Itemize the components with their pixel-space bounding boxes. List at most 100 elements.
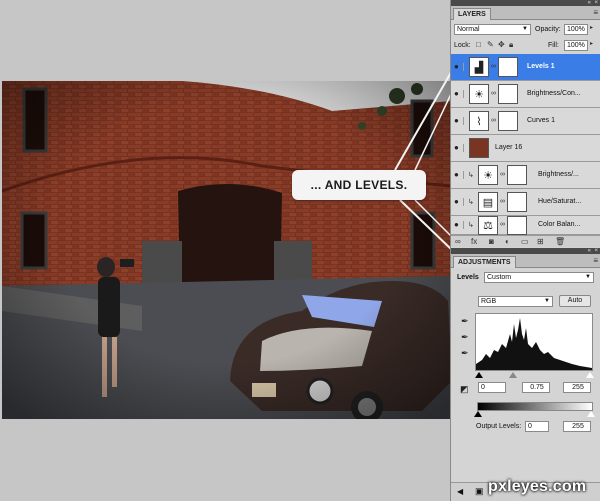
- layer-name: Color Balan...: [538, 221, 581, 228]
- output-black-handle[interactable]: [474, 411, 482, 417]
- visibility-eye-icon[interactable]: ●: [454, 198, 464, 206]
- document-workspace: ... AND LEVELS.: [0, 0, 461, 501]
- chevron-down-icon: ▼: [522, 26, 528, 32]
- output-gradient: [477, 402, 593, 411]
- link-icon[interactable]: ∞: [500, 221, 505, 228]
- opacity-label: Opacity:: [535, 26, 561, 33]
- layer-mask-thumb[interactable]: [498, 84, 518, 104]
- new-layer-icon[interactable]: ⊞: [537, 237, 544, 246]
- chevron-down-icon: ▼: [585, 274, 591, 280]
- link-icon[interactable]: ∞: [491, 117, 496, 124]
- input-levels-slider[interactable]: [475, 372, 593, 376]
- clip-arrow-icon: ↳: [468, 172, 474, 179]
- layer-row-color-balance[interactable]: ● ↳ ⚖ ∞ Color Balan...: [451, 216, 600, 235]
- layer-row-hue-saturation[interactable]: ● ↳ ▤ ∞ Hue/Saturat...: [451, 189, 600, 216]
- visibility-eye-icon[interactable]: ●: [454, 144, 464, 152]
- visibility-eye-icon[interactable]: ●: [454, 90, 464, 98]
- layer-name: Levels 1: [527, 63, 555, 70]
- fill-input[interactable]: 100%: [564, 40, 588, 51]
- lock-all-icon[interactable]: 🔒︎: [509, 40, 513, 50]
- brightness-contrast-icon: ☀: [469, 84, 489, 104]
- black-eyedropper-icon[interactable]: ✒: [461, 316, 469, 327]
- layer-name: Layer 16: [495, 144, 523, 151]
- link-layers-icon[interactable]: ∞: [455, 237, 461, 246]
- layers-footer-toolbar: ∞ fx ◙ ◐ ▭ ⊞ 🗑︎: [451, 235, 600, 247]
- input-white-field[interactable]: 255: [563, 382, 591, 393]
- delete-layer-icon[interactable]: 🗑︎: [555, 237, 565, 246]
- preset-select[interactable]: Custom ▼: [484, 272, 594, 283]
- layer-row-brightness-contrast[interactable]: ● ☀ ∞ Brightness/Con...: [451, 81, 600, 108]
- fill-label: Fill:: [548, 42, 559, 49]
- link-icon[interactable]: ∞: [500, 171, 505, 178]
- lock-position-icon[interactable]: ✥: [498, 40, 505, 49]
- expand-view-icon[interactable]: ▣: [475, 486, 484, 497]
- layer-mask-thumb[interactable]: [507, 216, 527, 235]
- output-white-handle[interactable]: [587, 411, 595, 417]
- blend-row: Normal ▼ Opacity: 100% ▸: [451, 22, 600, 38]
- histogram: [475, 313, 593, 371]
- chevron-right-icon[interactable]: ▸: [590, 40, 593, 47]
- input-gamma-handle[interactable]: [509, 372, 517, 378]
- input-black-handle[interactable]: [475, 372, 483, 378]
- adjustments-tabbar: ADJUSTMENTS ≡: [451, 254, 600, 268]
- lock-row: Lock: □ ✎ ✥ 🔒︎ Fill: 100% ▸: [451, 38, 600, 54]
- clip-arrow-icon: ↳: [468, 199, 474, 206]
- layer-mask-thumb[interactable]: [507, 192, 527, 212]
- watermark-logo: pxleyes.com: [488, 478, 587, 495]
- input-white-handle[interactable]: [586, 372, 594, 378]
- callout-bubble: ... AND LEVELS.: [292, 170, 426, 200]
- curves-icon: ⌇: [469, 111, 489, 131]
- tab-layers[interactable]: LAYERS: [453, 8, 491, 20]
- auto-button[interactable]: Auto: [559, 295, 591, 307]
- layer-name: Curves 1: [527, 117, 556, 124]
- output-levels-label: Output Levels:: [476, 423, 522, 430]
- link-icon[interactable]: ∞: [491, 63, 496, 70]
- link-icon[interactable]: ∞: [491, 90, 496, 97]
- visibility-eye-icon[interactable]: ●: [454, 171, 464, 179]
- channel-select[interactable]: RGB ▼: [478, 296, 553, 307]
- panel-menu-icon[interactable]: ≡: [593, 256, 598, 265]
- back-arrow-icon[interactable]: ◀: [457, 487, 463, 496]
- layer-name: Brightness/...: [538, 171, 579, 178]
- clipping-toggle-icon[interactable]: ◩: [460, 384, 469, 395]
- gray-eyedropper-icon[interactable]: ✒: [461, 332, 469, 343]
- output-black-field[interactable]: 0: [525, 421, 549, 432]
- lock-pixels-icon[interactable]: ✎: [487, 40, 494, 49]
- blend-mode-select[interactable]: Normal ▼: [454, 24, 531, 35]
- tab-adjustments[interactable]: ADJUSTMENTS: [453, 256, 516, 268]
- panel-menu-icon[interactable]: ≡: [593, 8, 598, 17]
- channel-value: RGB: [481, 298, 497, 305]
- layer-row-layer-16[interactable]: ● Layer 16: [451, 135, 600, 162]
- blend-mode-value: Normal: [457, 26, 480, 33]
- output-white-field[interactable]: 255: [563, 421, 591, 432]
- layers-tabbar: LAYERS ≡: [451, 6, 600, 20]
- lock-transparency-icon[interactable]: □: [476, 40, 481, 49]
- layer-row-levels-1[interactable]: ● ▟ ∞ Levels 1: [451, 54, 600, 81]
- layer-mask-thumb[interactable]: [498, 111, 518, 131]
- new-group-icon[interactable]: ▭: [521, 237, 529, 246]
- histogram-graph: [476, 318, 592, 370]
- layer-row-brightness-clipped[interactable]: ● ↳ ☀ ∞ Brightness/...: [451, 162, 600, 189]
- white-eyedropper-icon[interactable]: ✒: [461, 348, 469, 359]
- opacity-input[interactable]: 100%: [564, 24, 588, 35]
- visibility-eye-icon[interactable]: ●: [454, 63, 464, 71]
- add-mask-icon[interactable]: ◙: [489, 237, 494, 246]
- layer-row-curves-1[interactable]: ● ⌇ ∞ Curves 1: [451, 108, 600, 135]
- image-thumbnail: [469, 138, 489, 158]
- preset-value: Custom: [487, 274, 512, 281]
- adjustment-title: Levels: [457, 274, 479, 281]
- link-icon[interactable]: ∞: [500, 198, 505, 205]
- chevron-right-icon[interactable]: ▸: [590, 24, 593, 31]
- new-adjustment-icon[interactable]: ◐: [505, 237, 510, 246]
- visibility-eye-icon[interactable]: ●: [454, 221, 464, 229]
- lock-label: Lock:: [454, 42, 471, 49]
- input-gamma-field[interactable]: 0.75: [522, 382, 550, 393]
- hue-saturation-icon: ▤: [478, 192, 498, 212]
- layer-mask-thumb[interactable]: [498, 57, 518, 77]
- color-balance-icon: ⚖: [478, 216, 498, 235]
- brightness-contrast-icon: ☀: [478, 165, 498, 185]
- layer-mask-thumb[interactable]: [507, 165, 527, 185]
- visibility-eye-icon[interactable]: ●: [454, 117, 464, 125]
- layer-style-icon[interactable]: fx: [471, 237, 477, 246]
- input-black-field[interactable]: 0: [478, 382, 506, 393]
